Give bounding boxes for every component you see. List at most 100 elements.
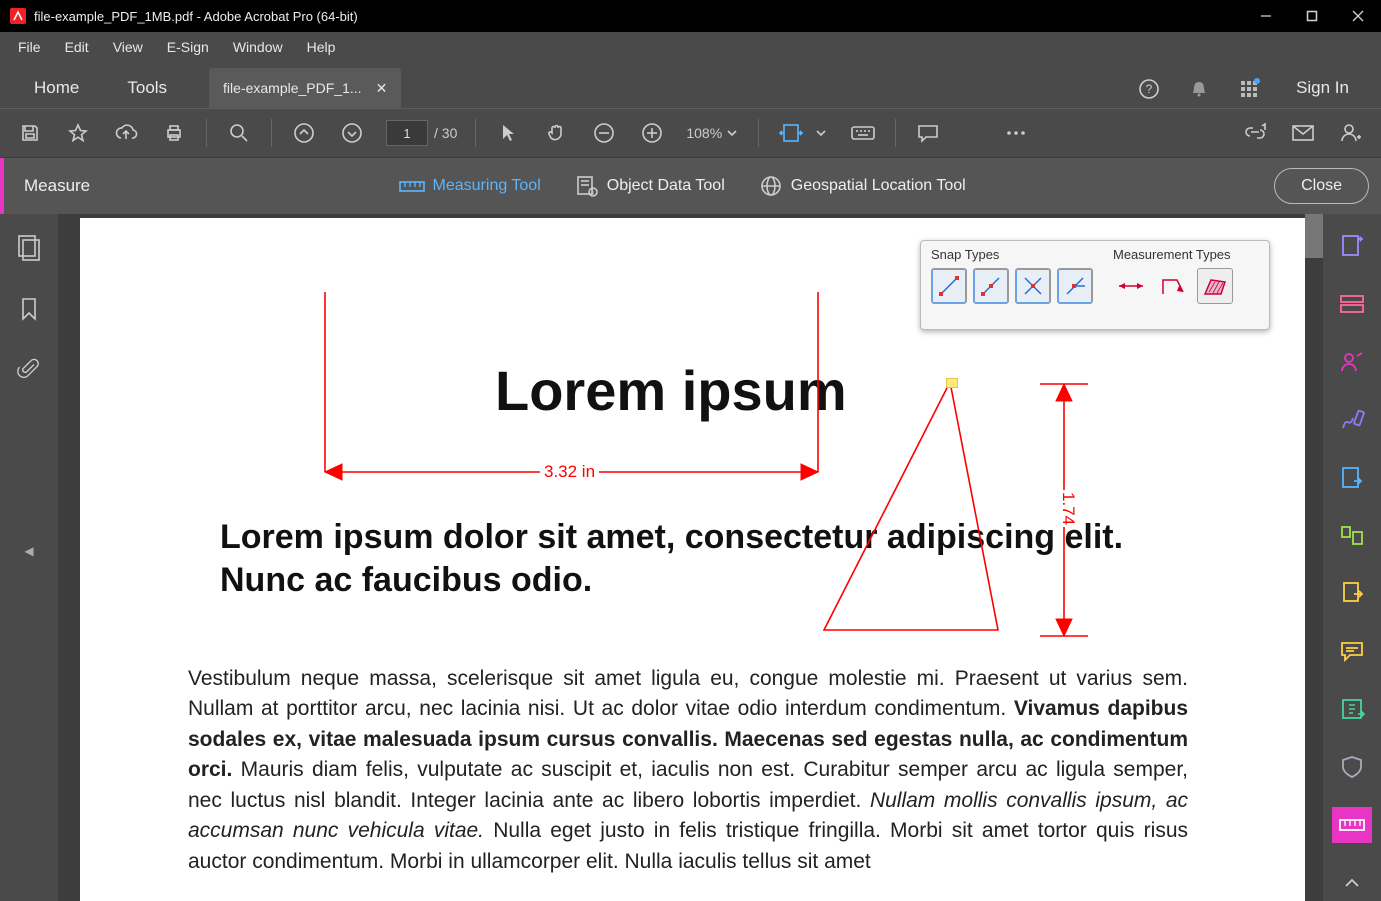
measure-title: Measure [4,176,90,196]
zoom-level-label[interactable]: 108% [686,125,722,141]
horizontal-measurement-label: 3.32 in [540,462,599,482]
vertical-measurement-label: 1.74 [1058,490,1078,527]
keyboard-icon[interactable] [841,111,885,155]
snap-endpoints-button[interactable] [973,268,1009,304]
area-measure-button[interactable] [1197,268,1233,304]
measurement-types-label: Measurement Types [1113,247,1233,262]
print-icon[interactable] [152,111,196,155]
export-pdf-tool-icon[interactable] [1332,460,1372,496]
scrollbar-thumb[interactable] [1305,214,1323,258]
window-close-button[interactable] [1335,0,1381,32]
notifications-icon[interactable] [1174,70,1224,108]
menu-view[interactable]: View [101,35,155,59]
collapse-left-icon[interactable]: ◀ [24,544,33,558]
window-maximize-button[interactable] [1289,0,1335,32]
left-navigation-rail: ◀ [0,214,58,901]
select-tool-icon[interactable] [486,111,530,155]
globe-icon [759,174,783,198]
fit-chevron-icon[interactable] [815,127,839,139]
edit-pdf-tool-icon[interactable] [1332,576,1372,612]
star-icon[interactable] [56,111,100,155]
measure-subtoolbar: Measure Measuring Tool i Object Data Too… [0,158,1381,214]
area-measurement-triangle[interactable] [820,378,1020,638]
save-icon[interactable] [8,111,52,155]
expand-tools-icon[interactable] [1332,865,1372,901]
snap-intersections-button[interactable] [1057,268,1093,304]
home-tab[interactable]: Home [10,68,103,108]
measurement-options-panel[interactable]: Snap Types Measurement Types [920,240,1270,330]
window-minimize-button[interactable] [1243,0,1289,32]
find-icon[interactable] [217,111,261,155]
zoom-chevron-icon[interactable] [726,127,750,139]
attachments-icon[interactable] [17,356,41,382]
annotation-note-icon[interactable] [946,378,958,388]
menu-esign[interactable]: E-Sign [155,35,221,59]
document-subheading: Lorem ipsum dolor sit amet, consectetur … [220,516,1180,601]
distance-measure-button[interactable] [1113,268,1149,304]
more-icon[interactable] [994,111,1038,155]
page-total-label: / 30 [434,125,457,141]
measuring-tool-label: Measuring Tool [433,177,541,195]
snap-midpoints-button[interactable] [1015,268,1051,304]
geospatial-tool-button[interactable]: Geospatial Location Tool [759,174,966,198]
main-toolbar: / 30 108% [0,108,1381,158]
tools-tab[interactable]: Tools [103,68,191,108]
object-data-tool-button[interactable]: i Object Data Tool [575,175,725,197]
svg-text:?: ? [1146,82,1153,96]
measuring-tool-button[interactable]: Measuring Tool [399,177,541,195]
document-body-text: Vestibulum neque massa, scelerisque sit … [188,664,1188,877]
request-signatures-tool-icon[interactable] [1332,344,1372,380]
email-icon[interactable] [1281,111,1325,155]
help-icon[interactable]: ? [1124,70,1174,108]
menu-help[interactable]: Help [295,35,348,59]
comment-icon[interactable] [906,111,950,155]
sign-in-button[interactable]: Sign In [1274,68,1371,108]
close-measure-button[interactable]: Close [1274,168,1369,204]
fill-sign-tool-icon[interactable] [1332,402,1372,438]
combine-files-tool-icon[interactable] [1332,286,1372,322]
bookmarks-icon[interactable] [18,296,40,322]
snap-paths-button[interactable] [931,268,967,304]
zoom-out-icon[interactable] [582,111,626,155]
geospatial-tool-label: Geospatial Location Tool [791,177,966,195]
right-tools-rail [1323,214,1381,901]
object-data-tool-label: Object Data Tool [607,177,725,195]
menu-edit[interactable]: Edit [53,35,101,59]
protect-tool-icon[interactable] [1332,749,1372,785]
page-number-input[interactable] [386,120,428,146]
document-viewport[interactable]: Lorem ipsum Lorem ipsum dolor sit amet, … [58,214,1323,901]
window-title: file-example_PDF_1MB.pdf - Adobe Acrobat… [34,9,358,24]
fit-width-icon[interactable] [769,111,813,155]
page-up-icon[interactable] [282,111,326,155]
thumbnails-icon[interactable] [16,234,42,262]
scan-ocr-tool-icon[interactable] [1332,691,1372,727]
ruler-icon [399,177,425,195]
vertical-scrollbar[interactable] [1305,214,1323,901]
object-data-icon: i [575,175,599,197]
menu-window[interactable]: Window [221,35,295,59]
organize-pages-tool-icon[interactable] [1332,518,1372,554]
measure-tool-icon[interactable] [1332,807,1372,843]
comment-tool-icon[interactable] [1332,633,1372,669]
cloud-upload-icon[interactable] [104,111,148,155]
perimeter-measure-button[interactable] [1155,268,1191,304]
zoom-in-icon[interactable] [630,111,674,155]
page-down-icon[interactable] [330,111,374,155]
document-tab-label: file-example_PDF_1... [223,80,362,96]
acrobat-icon [8,6,28,26]
apps-icon[interactable] [1224,70,1274,108]
titlebar: file-example_PDF_1MB.pdf - Adobe Acrobat… [0,0,1381,32]
link-share-icon[interactable] [1233,111,1277,155]
svg-text:i: i [592,188,594,197]
snap-types-label: Snap Types [931,247,1093,262]
pdf-page: Lorem ipsum Lorem ipsum dolor sit amet, … [80,218,1306,901]
document-tab[interactable]: file-example_PDF_1... ✕ [209,68,401,108]
create-pdf-tool-icon[interactable] [1332,228,1372,264]
tabbar: Home Tools file-example_PDF_1... ✕ ? Sig… [0,62,1381,108]
menu-file[interactable]: File [6,35,53,59]
share-user-icon[interactable] [1329,111,1373,155]
close-tab-icon[interactable]: ✕ [376,80,388,97]
hand-tool-icon[interactable] [534,111,578,155]
page-number-control: / 30 [386,120,457,146]
menubar: File Edit View E-Sign Window Help [0,32,1381,62]
